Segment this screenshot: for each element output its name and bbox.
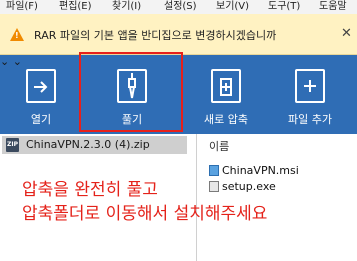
menu-edit[interactable]: 편집(E) bbox=[59, 0, 92, 12]
new-archive-label: 새로 압축 bbox=[204, 113, 248, 126]
menu-view[interactable]: 보기(V) bbox=[216, 0, 249, 12]
file-name: setup.exe bbox=[222, 180, 276, 193]
open-icon bbox=[26, 69, 56, 103]
archive-tree-item[interactable]: ZIP ChinaVPN.2.3.0 (4).zip bbox=[2, 136, 187, 154]
zip-file-icon: ZIP bbox=[6, 138, 19, 152]
archive-name: ChinaVPN.2.3.0 (4).zip bbox=[26, 138, 150, 151]
list-item[interactable]: setup.exe bbox=[209, 180, 276, 194]
new-archive-icon bbox=[211, 69, 241, 103]
menu-help[interactable]: 도움말 bbox=[319, 0, 347, 12]
add-file-button[interactable]: 파일 추가 bbox=[268, 55, 352, 134]
list-item[interactable]: ChinaVPN.msi bbox=[209, 164, 299, 178]
menu-settings[interactable]: 설정(S) bbox=[164, 0, 197, 12]
extract-highlight-box bbox=[79, 52, 183, 132]
add-file-icon bbox=[295, 69, 325, 103]
instruction-line-1: 압축을 완전히 풀고 bbox=[22, 180, 158, 200]
new-archive-button[interactable]: 새로 압축 bbox=[191, 55, 261, 134]
pane-divider[interactable] bbox=[196, 134, 197, 261]
file-name: ChinaVPN.msi bbox=[222, 164, 299, 177]
menu-tools[interactable]: 도구(T) bbox=[268, 0, 300, 12]
default-app-notice: ! RAR 파일의 기본 앱을 반디집으로 변경하시겠습니까 ✕ bbox=[0, 14, 357, 55]
exe-file-icon bbox=[209, 181, 219, 192]
column-header-name[interactable]: 이름 bbox=[209, 138, 229, 154]
close-icon[interactable]: ✕ bbox=[341, 26, 352, 41]
open-label: 열기 bbox=[30, 113, 52, 126]
menu-bar: 파일(F) 편집(E) 찾기(I) 설정(S) 보기(V) 도구(T) 도움말 bbox=[0, 0, 357, 14]
menu-find[interactable]: 찾기(I) bbox=[112, 0, 141, 12]
file-list: 이름 ChinaVPN.msi setup.exe bbox=[200, 134, 357, 261]
add-file-label: 파일 추가 bbox=[288, 113, 332, 126]
notice-text[interactable]: RAR 파일의 기본 앱을 반디집으로 변경하시겠습니까 bbox=[34, 27, 276, 43]
menu-file[interactable]: 파일(F) bbox=[6, 0, 38, 12]
instruction-line-2: 압축폴더로 이동해서 설치해주세요 bbox=[22, 204, 268, 224]
open-button[interactable]: 열기 bbox=[8, 55, 74, 134]
msi-file-icon bbox=[209, 165, 219, 176]
